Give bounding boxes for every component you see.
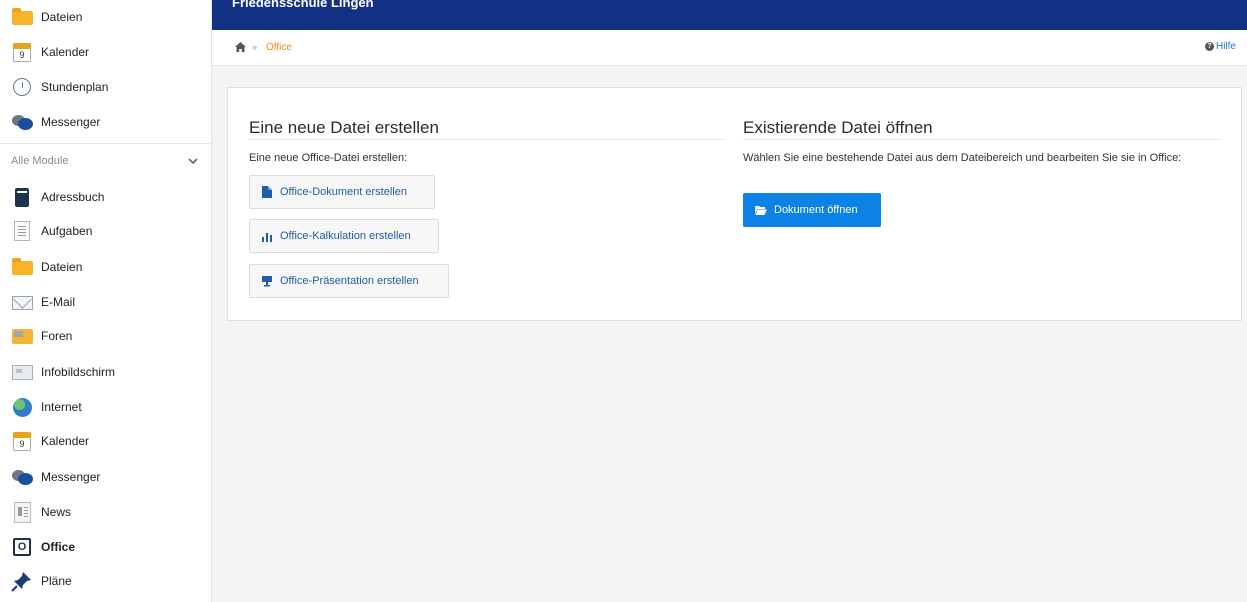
sidebar-item-label: Adressbuch: [41, 190, 105, 204]
sidebar-item-messenger[interactable]: Messenger: [0, 105, 212, 139]
sidebar-item-kalender[interactable]: 9 Kalender: [0, 35, 212, 69]
top-header: Friedensschule Lingen: [212, 0, 1247, 30]
sidebar-item-office[interactable]: O Office: [0, 530, 212, 564]
sidebar-item-news[interactable]: News: [0, 495, 212, 529]
office-icon: O: [11, 536, 33, 558]
sidebar-item-label: Aufgaben: [41, 224, 93, 238]
sidebar-item-messenger-module[interactable]: Messenger: [0, 460, 212, 494]
folder-open-icon: [755, 205, 767, 215]
home-icon[interactable]: [235, 42, 246, 52]
create-spreadsheet-button[interactable]: Office-Kalkulation erstellen: [249, 219, 439, 253]
sidebar-item-label: Internet: [41, 400, 82, 414]
help-label: Hilfe: [1215, 41, 1236, 52]
sidebar-item-aufgaben[interactable]: Aufgaben: [0, 214, 212, 248]
sidebar-item-infobildschirm[interactable]: Infobildschirm: [0, 355, 212, 389]
create-presentation-button[interactable]: Office-Präsentation erstellen: [249, 264, 449, 298]
section-label: Alle Module: [11, 154, 69, 167]
all-modules-toggle[interactable]: Alle Module: [0, 143, 212, 177]
divider: [249, 139, 725, 140]
breadcrumb-separator: »: [252, 42, 258, 52]
sidebar-item-label: Office: [41, 540, 76, 554]
chevron-down-icon: [188, 157, 198, 164]
sidebar-item-dateien[interactable]: Dateien: [0, 0, 212, 34]
open-document-label: Dokument öffnen: [774, 204, 858, 216]
chat-bubbles-icon: [11, 466, 33, 488]
open-description: Wählen Sie eine bestehende Datei aus dem…: [743, 152, 1182, 164]
create-document-button[interactable]: Office-Dokument erstellen: [249, 175, 435, 209]
presentation-icon: [262, 275, 272, 287]
info-screen-icon: [11, 361, 33, 383]
pushpin-icon: [11, 570, 33, 592]
sidebar-item-label: Kalender: [41, 45, 90, 59]
globe-icon: [11, 396, 33, 418]
folder-icon: [11, 6, 33, 28]
sidebar-item-label: Dateien: [41, 260, 83, 274]
create-document-label: Office-Dokument erstellen: [280, 186, 407, 198]
help-link[interactable]: ? Hilfe: [1204, 41, 1236, 52]
sidebar-item-label: E-Mail: [41, 295, 76, 309]
sidebar-item-label: Stundenplan: [41, 80, 109, 94]
sidebar-item-label: Messenger: [41, 470, 101, 484]
sidebar-item-kalender-module[interactable]: 9 Kalender: [0, 424, 212, 458]
calendar-icon: 9: [11, 430, 33, 452]
office-panel: Eine neue Datei erstellen Eine neue Offi…: [227, 87, 1242, 321]
help-icon: ?: [1204, 42, 1214, 51]
sidebar-item-label: Foren: [41, 329, 73, 343]
clock-icon: [11, 76, 33, 98]
create-title: Eine neue Datei erstellen: [249, 118, 439, 137]
forum-icon: [11, 325, 33, 347]
sidebar-item-stundenplan[interactable]: Stundenplan: [0, 70, 212, 104]
divider: [743, 139, 1221, 140]
breadcrumb-current[interactable]: Office: [266, 42, 292, 53]
sidebar: Dateien 9 Kalender Stundenplan Messenger…: [0, 0, 212, 602]
document-icon: [262, 186, 272, 198]
create-description: Eine neue Office-Datei erstellen:: [249, 152, 408, 164]
news-icon: [11, 501, 33, 523]
open-document-button[interactable]: Dokument öffnen: [743, 193, 881, 227]
breadcrumb: » Office ? Hilfe: [212, 30, 1247, 66]
sidebar-item-email[interactable]: E-Mail: [0, 285, 212, 319]
sidebar-item-label: Kalender: [41, 434, 90, 448]
sidebar-item-plaene[interactable]: Pläne: [0, 564, 212, 598]
bar-chart-icon: [262, 230, 272, 242]
sidebar-item-label: Pläne: [41, 574, 72, 588]
folder-icon: [11, 256, 33, 278]
sidebar-item-label: Infobildschirm: [41, 365, 116, 379]
sidebar-item-dateien-module[interactable]: Dateien: [0, 250, 212, 284]
sidebar-item-foren[interactable]: Foren: [0, 319, 212, 353]
sidebar-item-label: Messenger: [41, 115, 101, 129]
create-spreadsheet-label: Office-Kalkulation erstellen: [280, 230, 411, 242]
sidebar-item-label: News: [41, 505, 72, 519]
envelope-icon: [11, 291, 33, 313]
school-name[interactable]: Friedensschule Lingen: [232, 0, 374, 10]
sidebar-item-adressbuch[interactable]: Adressbuch: [0, 180, 212, 214]
create-presentation-label: Office-Präsentation erstellen: [280, 275, 419, 287]
sidebar-item-label: Dateien: [41, 10, 83, 24]
address-book-icon: [11, 186, 33, 208]
task-list-icon: [11, 220, 33, 242]
calendar-icon: 9: [11, 41, 33, 63]
open-title: Existierende Datei öffnen: [743, 118, 933, 137]
sidebar-item-internet[interactable]: Internet: [0, 390, 212, 424]
chat-bubbles-icon: [11, 111, 33, 133]
